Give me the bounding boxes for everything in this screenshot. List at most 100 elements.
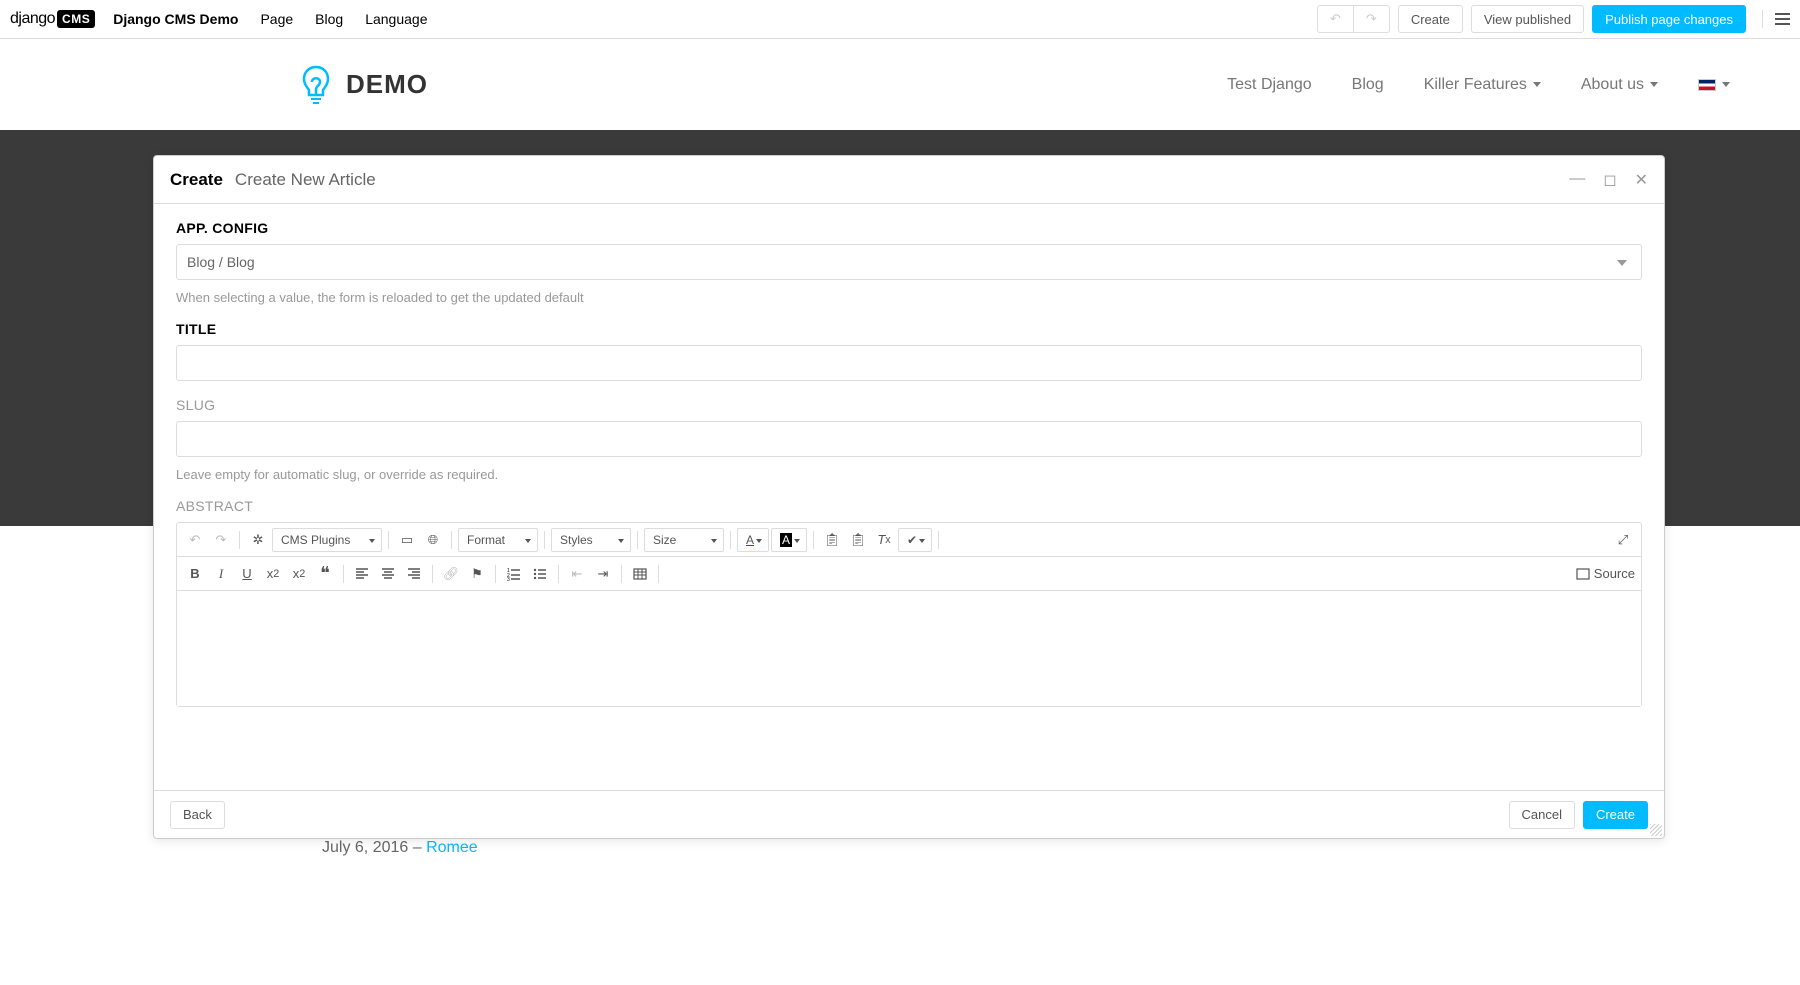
cms-toolbar: djangoCMS Django CMS Demo Page Blog Lang… (0, 0, 1800, 39)
unordered-list-icon[interactable] (528, 562, 552, 586)
nav-label: Blog (1352, 76, 1384, 94)
caret-down-icon (1533, 82, 1541, 87)
cancel-button[interactable]: Cancel (1509, 801, 1575, 829)
site-header: DEMO Test Django Blog Killer Features Ab… (0, 39, 1800, 130)
italic-icon[interactable]: I (209, 562, 233, 586)
ordered-list-icon[interactable]: 123 (502, 562, 526, 586)
nav-blog[interactable]: Blog (1352, 76, 1384, 94)
modal-footer: Back Cancel Create (154, 790, 1664, 838)
app-config-select[interactable]: Blog / Blog (176, 244, 1642, 280)
size-dropdown[interactable]: Size (644, 528, 724, 552)
outdent-icon[interactable]: ⇤ (565, 562, 589, 586)
separator (658, 565, 659, 583)
nav-test-django[interactable]: Test Django (1227, 76, 1312, 94)
bg-color-icon: A (780, 533, 792, 547)
separator (495, 565, 496, 583)
bg-color-dropdown[interactable]: A (771, 528, 807, 552)
source-button[interactable]: Source (1576, 562, 1635, 586)
separator (730, 531, 731, 549)
globe-icon[interactable]: 🌐︎ (421, 528, 445, 552)
toolbar-item-site[interactable]: Django CMS Demo (113, 11, 238, 27)
close-button[interactable]: ✕ (1635, 170, 1648, 190)
spellcheck-icon: ✔︎ (907, 533, 917, 547)
cms-plugin-icon[interactable]: ✲ (246, 528, 270, 552)
toolbar-item-blog[interactable]: Blog (315, 11, 343, 27)
dd-label: CMS Plugins (281, 533, 350, 547)
site-title: DEMO (346, 69, 428, 100)
dd-label: Format (467, 533, 505, 547)
nav-killer-features[interactable]: Killer Features (1424, 76, 1541, 94)
maximize-button[interactable]: ◻ (1603, 170, 1616, 190)
site-logo[interactable]: DEMO (300, 64, 428, 106)
nav-language-switch[interactable] (1698, 79, 1730, 91)
anchor-icon[interactable]: ⚑ (465, 562, 489, 586)
indent-icon[interactable]: ⇥ (591, 562, 615, 586)
separator (813, 531, 814, 549)
superscript-icon[interactable]: x2 (287, 562, 311, 586)
image-icon[interactable]: ▭ (395, 528, 419, 552)
create-button[interactable]: Create (1398, 5, 1463, 33)
paste-icon[interactable]: 📋︎ (820, 528, 844, 552)
window-controls: — ◻ ✕ (1569, 170, 1648, 190)
maximize-editor-icon[interactable]: ⤢ (1611, 528, 1635, 552)
source-label: Source (1594, 566, 1635, 581)
text-color-dropdown[interactable]: A (737, 528, 769, 552)
structure-toggle-button[interactable] (1762, 10, 1790, 28)
resize-handle[interactable] (1650, 824, 1662, 836)
table-icon[interactable] (628, 562, 652, 586)
slug-input[interactable] (176, 421, 1642, 457)
redo-icon[interactable]: ↷ (209, 528, 233, 552)
view-published-button[interactable]: View published (1471, 5, 1584, 33)
blockquote-icon[interactable]: ❝ (313, 562, 337, 586)
editor-toolbar-row-1: ↶ ↷ ✲ CMS Plugins ▭ 🌐︎ Format Styles Siz… (177, 523, 1641, 557)
toolbar-item-language[interactable]: Language (365, 11, 427, 27)
cms-plugins-dropdown[interactable]: CMS Plugins (272, 528, 382, 552)
article-author-link[interactable]: Romee (426, 839, 478, 856)
underline-icon[interactable]: U (235, 562, 259, 586)
modal-title: Create New Article (235, 170, 376, 190)
field-abstract: Abstract ↶ ↷ ✲ CMS Plugins ▭ 🌐︎ Format S… (176, 498, 1642, 707)
nav-label: Killer Features (1424, 76, 1527, 94)
title-label: Title (176, 321, 1642, 337)
footer-right: Cancel Create (1509, 801, 1649, 829)
toolbar-item-page[interactable]: Page (260, 11, 293, 27)
site-nav: Test Django Blog Killer Features About u… (1227, 76, 1730, 94)
modal-body: App. Config Blog / Blog When selecting a… (154, 204, 1664, 790)
abstract-textarea[interactable] (177, 591, 1641, 706)
editor-toolbar-row-2: B I U x2 x2 ❝ (177, 557, 1641, 591)
meta-sep: – (408, 839, 426, 856)
back-button[interactable]: Back (170, 801, 225, 829)
separator (558, 565, 559, 583)
modal-breadcrumb[interactable]: Create (170, 170, 223, 190)
create-submit-button[interactable]: Create (1583, 801, 1648, 829)
title-input[interactable] (176, 345, 1642, 381)
format-dropdown[interactable]: Format (458, 528, 538, 552)
paste-text-icon[interactable]: 📋︎ (846, 528, 870, 552)
subscript-icon[interactable]: x2 (261, 562, 285, 586)
separator (938, 531, 939, 549)
app-config-help: When selecting a value, the form is relo… (176, 290, 1642, 305)
align-left-icon[interactable] (350, 562, 374, 586)
abstract-label: Abstract (176, 498, 1642, 514)
link-icon[interactable]: 🔗︎ (439, 562, 463, 586)
bold-icon[interactable]: B (183, 562, 207, 586)
caret-down-icon (1722, 82, 1730, 87)
separator (239, 531, 240, 549)
app-config-value: Blog / Blog (187, 254, 255, 270)
undo-button[interactable]: ↶ (1317, 5, 1354, 33)
minimize-button[interactable]: — (1569, 170, 1585, 190)
field-slug: Slug Leave empty for automatic slug, or … (176, 397, 1642, 482)
align-center-icon[interactable] (376, 562, 400, 586)
cms-logo[interactable]: djangoCMS (10, 10, 95, 28)
publish-button[interactable]: Publish page changes (1592, 5, 1746, 33)
redo-button[interactable]: ↷ (1354, 5, 1390, 33)
spellcheck-dropdown[interactable]: ✔︎ (898, 528, 932, 552)
remove-format-icon[interactable]: Tx (872, 528, 896, 552)
undo-icon[interactable]: ↶ (183, 528, 207, 552)
caret-down-icon (1650, 82, 1658, 87)
separator (388, 531, 389, 549)
align-right-icon[interactable] (402, 562, 426, 586)
styles-dropdown[interactable]: Styles (551, 528, 631, 552)
separator (343, 565, 344, 583)
nav-about-us[interactable]: About us (1581, 76, 1658, 94)
